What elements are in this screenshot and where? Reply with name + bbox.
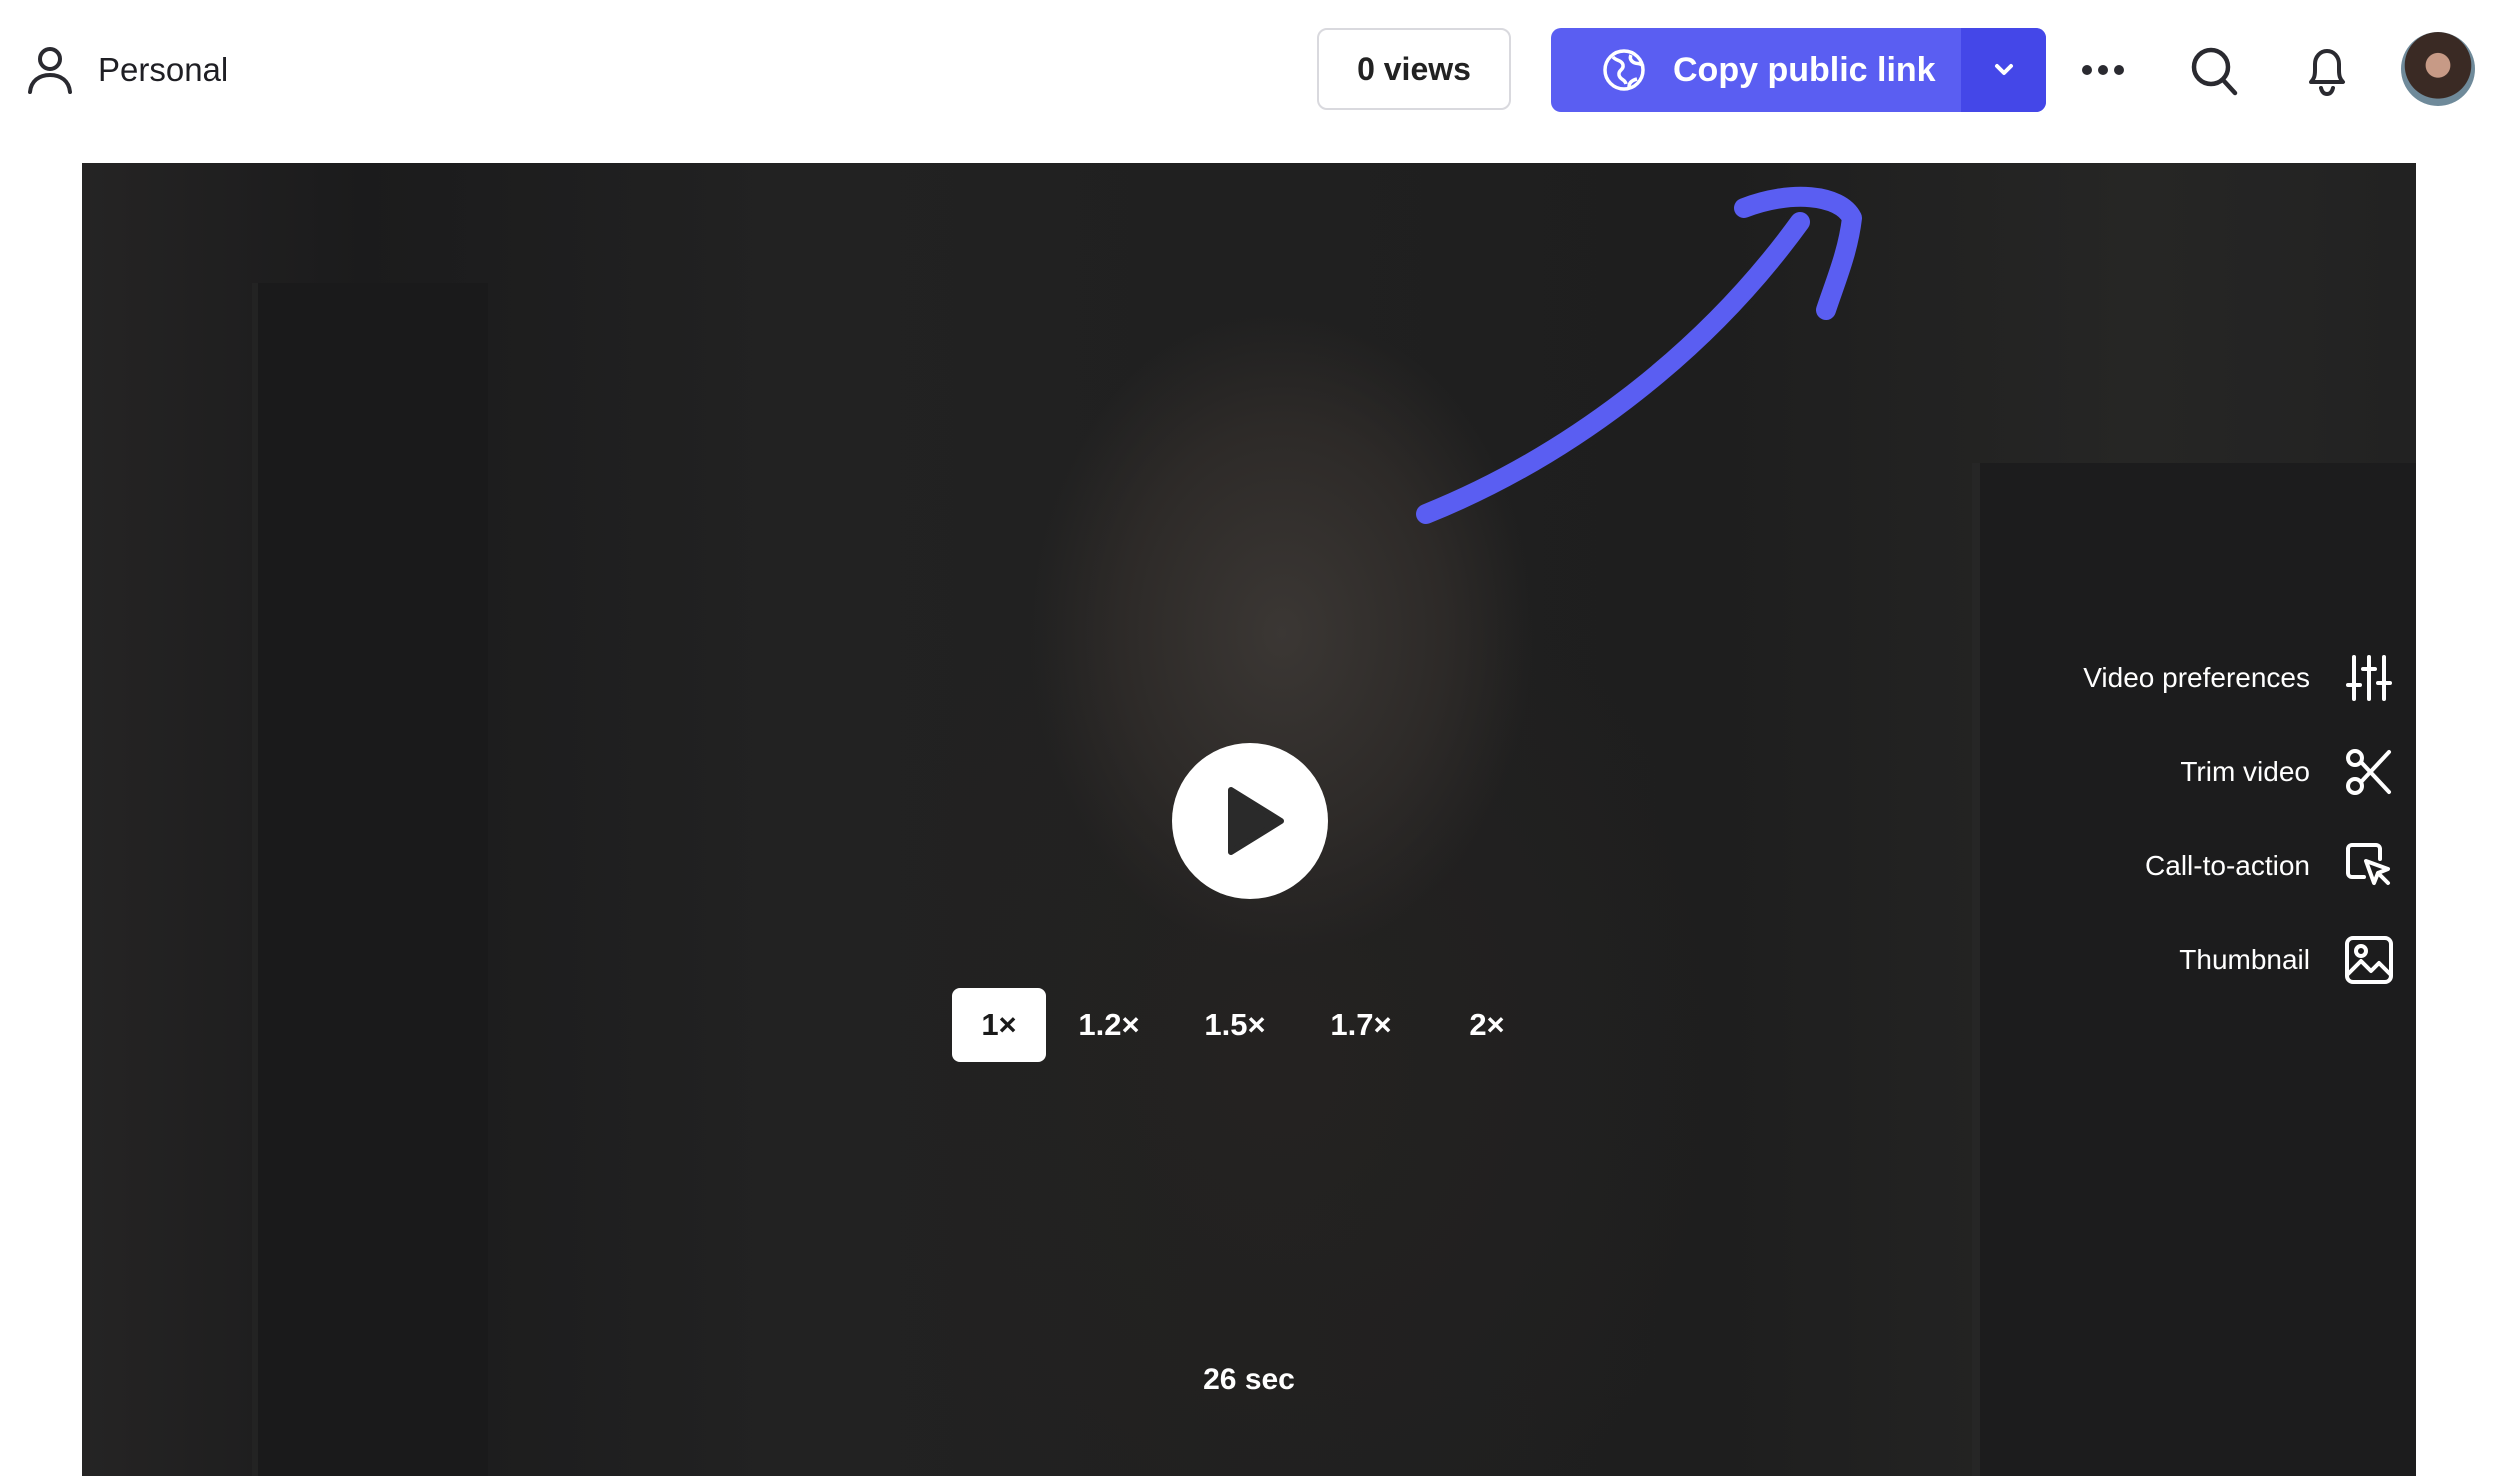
video-preferences-button[interactable]: Video preferences — [2083, 653, 2394, 703]
speed-option-1x[interactable]: 1× — [952, 988, 1046, 1062]
more-options-button[interactable] — [2081, 48, 2125, 92]
trim-video-button[interactable]: Trim video — [2083, 747, 2394, 797]
image-icon — [2345, 936, 2393, 984]
globe-link-icon — [1603, 49, 1645, 91]
top-bar: Personal 0 views Copy public link — [0, 0, 2494, 162]
scissors-icon — [2346, 749, 2391, 795]
play-icon — [1228, 787, 1284, 855]
workspace-switcher[interactable]: Personal — [26, 44, 228, 96]
chevron-down-icon — [1994, 64, 2013, 75]
more-horizontal-icon — [2082, 65, 2124, 75]
video-side-menu: Video preferences Trim video Call-to-act… — [2083, 653, 2394, 985]
copy-link-options-dropdown[interactable] — [1961, 28, 2046, 112]
workspace-label: Personal — [98, 51, 229, 88]
thumbnail-label: Thumbnail — [2179, 944, 2310, 975]
search-icon — [2191, 47, 2238, 96]
video-duration: 26 sec — [1203, 1363, 1295, 1396]
play-button[interactable] — [1172, 743, 1328, 899]
copy-link-split-button: Copy public link — [1551, 28, 2046, 112]
trim-video-label: Trim video — [2180, 756, 2310, 787]
copy-public-link-button[interactable]: Copy public link — [1551, 28, 1961, 112]
copy-public-link-label: Copy public link — [1673, 50, 1936, 89]
playback-speed-selector: 1× 1.2× 1.5× 1.7× 2× — [952, 988, 1550, 1062]
call-to-action-label: Call-to-action — [2145, 850, 2310, 881]
bell-icon — [2309, 49, 2345, 96]
video-background-door — [252, 283, 488, 1476]
user-icon — [28, 47, 72, 94]
search-button[interactable] — [2191, 46, 2239, 96]
sliders-icon — [2346, 655, 2392, 701]
speed-option-2x[interactable]: 2× — [1424, 988, 1550, 1062]
video-player[interactable]: 1× 1.2× 1.5× 1.7× 2× 26 sec Video prefer… — [82, 163, 2416, 1476]
notifications-button[interactable] — [2303, 44, 2351, 96]
speed-option-1-2x[interactable]: 1.2× — [1046, 988, 1172, 1062]
views-button[interactable]: 0 views — [1317, 28, 1511, 110]
speed-option-1-5x[interactable]: 1.5× — [1172, 988, 1298, 1062]
avatar[interactable] — [2401, 32, 2475, 106]
speed-option-1-7x[interactable]: 1.7× — [1298, 988, 1424, 1062]
video-preferences-label: Video preferences — [2083, 662, 2310, 693]
thumbnail-button[interactable]: Thumbnail — [2083, 935, 2394, 985]
call-to-action-button[interactable]: Call-to-action — [2083, 841, 2394, 891]
cursor-click-icon — [2346, 843, 2390, 885]
